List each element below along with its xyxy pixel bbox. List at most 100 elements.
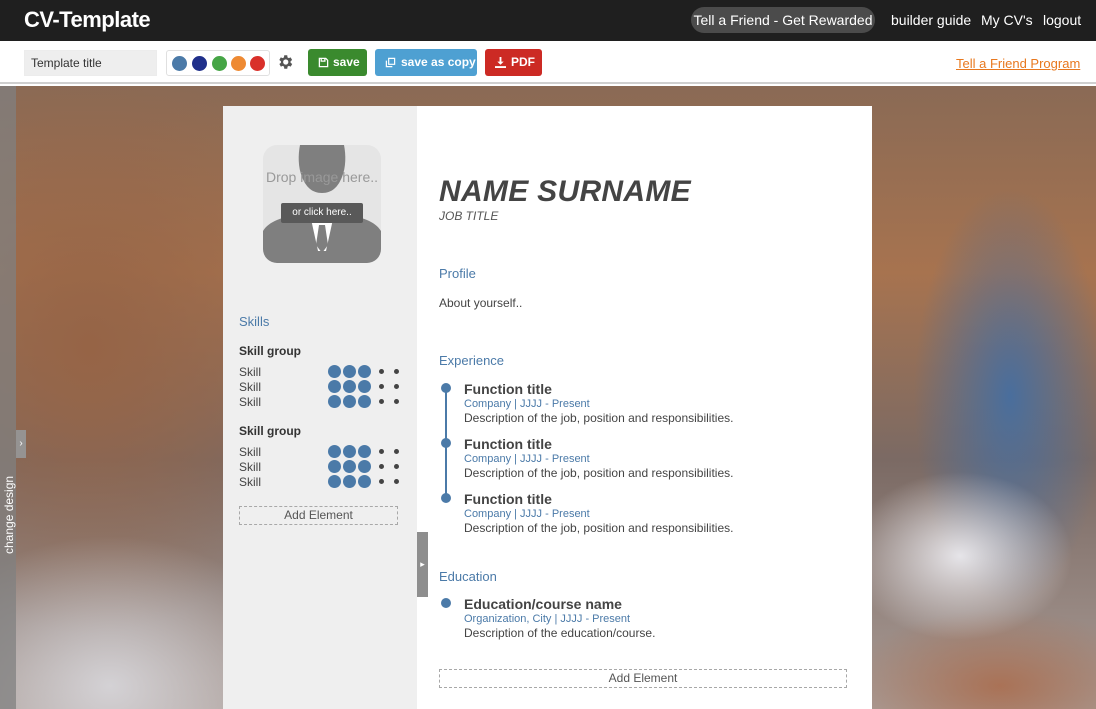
photo-drop-text: Drop image here.. <box>265 169 379 185</box>
skill-label: Skill <box>239 460 262 474</box>
color-swatch[interactable] <box>212 56 227 71</box>
skill-group-title[interactable]: Skill group <box>239 344 301 358</box>
save-as-copy-button[interactable]: save as copy <box>375 49 477 76</box>
skill-row[interactable]: Skill <box>239 395 409 409</box>
skill-row[interactable]: Skill <box>239 380 409 394</box>
education-title[interactable]: Education/course name <box>464 596 622 612</box>
experience-title[interactable]: Function title <box>464 436 552 452</box>
logo[interactable]: CV-Template <box>24 7 151 33</box>
skill-dot-empty[interactable] <box>394 369 399 374</box>
skill-dot-filled[interactable] <box>328 380 341 393</box>
timeline-dot <box>441 383 451 393</box>
timeline-dot <box>441 438 451 448</box>
skills-heading: Skills <box>239 314 270 329</box>
collapse-sidebar-handle[interactable]: ▸ <box>417 532 428 597</box>
skill-dot-empty[interactable] <box>379 369 384 374</box>
editor-toolbar: save save as copy PDF Tell a Friend Prog… <box>0 41 1096 84</box>
skill-dot-filled[interactable] <box>328 475 341 488</box>
tell-friend-program-link[interactable]: Tell a Friend Program <box>956 56 1080 71</box>
skill-dot-filled[interactable] <box>358 445 371 458</box>
skill-dot-empty[interactable] <box>379 449 384 454</box>
skill-dot-filled[interactable] <box>358 460 371 473</box>
chevron-right-icon[interactable]: › <box>16 430 26 458</box>
skill-dot-empty[interactable] <box>379 479 384 484</box>
tell-friend-button[interactable]: Tell a Friend - Get Rewarded <box>691 7 875 33</box>
experience-company[interactable]: Company | JJJJ - Present <box>464 398 590 410</box>
change-design-label[interactable]: change design <box>2 476 16 554</box>
save-label: save <box>333 55 360 69</box>
skill-dot-filled[interactable] <box>343 460 356 473</box>
skill-row[interactable]: Skill <box>239 475 409 489</box>
color-swatch[interactable] <box>192 56 207 71</box>
skill-dot-filled[interactable] <box>328 395 341 408</box>
builder-guide-link[interactable]: builder guide <box>891 12 971 28</box>
skill-dot-empty[interactable] <box>394 449 399 454</box>
skill-dot-empty[interactable] <box>394 399 399 404</box>
color-swatch[interactable] <box>231 56 246 71</box>
skill-dot-filled[interactable] <box>328 460 341 473</box>
skill-dot-filled[interactable] <box>343 380 356 393</box>
skill-dot-filled[interactable] <box>358 395 371 408</box>
skill-dot-empty[interactable] <box>394 384 399 389</box>
gear-icon[interactable] <box>276 53 294 71</box>
skill-dot-filled[interactable] <box>358 475 371 488</box>
skill-dot-filled[interactable] <box>328 445 341 458</box>
pdf-button[interactable]: PDF <box>485 49 542 76</box>
save-as-copy-label: save as copy <box>401 55 476 69</box>
color-swatch[interactable] <box>172 56 187 71</box>
experience-title[interactable]: Function title <box>464 491 552 507</box>
skill-label: Skill <box>239 475 262 489</box>
cv-sidebar: Drop image here.. or click here.. Skills… <box>223 106 417 709</box>
photo-click-button[interactable]: or click here.. <box>281 203 363 223</box>
skill-dot-empty[interactable] <box>394 479 399 484</box>
timeline-dot <box>441 493 451 503</box>
skill-dot-empty[interactable] <box>379 464 384 469</box>
skill-dot-empty[interactable] <box>379 399 384 404</box>
skill-dot-filled[interactable] <box>343 395 356 408</box>
education-dot <box>441 598 451 608</box>
skill-label: Skill <box>239 365 262 379</box>
skill-dot-filled[interactable] <box>343 475 356 488</box>
education-description[interactable]: Description of the education/course. <box>464 626 655 640</box>
download-icon <box>495 57 506 68</box>
experience-company[interactable]: Company | JJJJ - Present <box>464 453 590 465</box>
experience-description[interactable]: Description of the job, position and res… <box>464 466 733 480</box>
skill-dot-filled[interactable] <box>358 380 371 393</box>
add-element-button[interactable]: Add Element <box>439 669 847 688</box>
photo-dropzone[interactable]: Drop image here.. or click here.. <box>263 145 381 263</box>
skill-label: Skill <box>239 395 262 409</box>
color-swatch[interactable] <box>250 56 265 71</box>
skill-dot-empty[interactable] <box>379 384 384 389</box>
skill-dot-filled[interactable] <box>328 365 341 378</box>
template-title-input[interactable] <box>24 50 157 76</box>
color-palette <box>166 50 270 76</box>
skill-dot-filled[interactable] <box>343 445 356 458</box>
profile-text[interactable]: About yourself.. <box>439 296 522 310</box>
my-cvs-link[interactable]: My CV's <box>981 12 1033 28</box>
cv-job-title[interactable]: JOB TITLE <box>439 209 498 223</box>
profile-heading: Profile <box>439 266 476 281</box>
logout-link[interactable]: logout <box>1043 12 1081 28</box>
experience-description[interactable]: Description of the job, position and res… <box>464 411 733 425</box>
skill-label: Skill <box>239 445 262 459</box>
save-icon <box>318 57 329 68</box>
copy-icon <box>385 57 396 68</box>
cv-name[interactable]: NAME SURNAME <box>439 175 691 209</box>
skill-group-title[interactable]: Skill group <box>239 424 301 438</box>
skill-row[interactable]: Skill <box>239 460 409 474</box>
skill-row[interactable]: Skill <box>239 365 409 379</box>
experience-heading: Experience <box>439 353 505 368</box>
experience-title[interactable]: Function title <box>464 381 552 397</box>
skill-dot-empty[interactable] <box>394 464 399 469</box>
experience-company[interactable]: Company | JJJJ - Present <box>464 508 590 520</box>
change-design-panel[interactable]: change design <box>0 86 16 709</box>
skill-dot-filled[interactable] <box>358 365 371 378</box>
save-button[interactable]: save <box>308 49 367 76</box>
education-organization[interactable]: Organization, City | JJJJ - Present <box>464 613 630 625</box>
top-navbar: CV-Template Tell a Friend - Get Rewarded… <box>0 0 1096 41</box>
experience-description[interactable]: Description of the job, position and res… <box>464 521 733 535</box>
skill-dot-filled[interactable] <box>343 365 356 378</box>
add-element-button[interactable]: Add Element <box>239 506 398 525</box>
skill-row[interactable]: Skill <box>239 445 409 459</box>
cv-page: Drop image here.. or click here.. Skills… <box>223 106 872 709</box>
